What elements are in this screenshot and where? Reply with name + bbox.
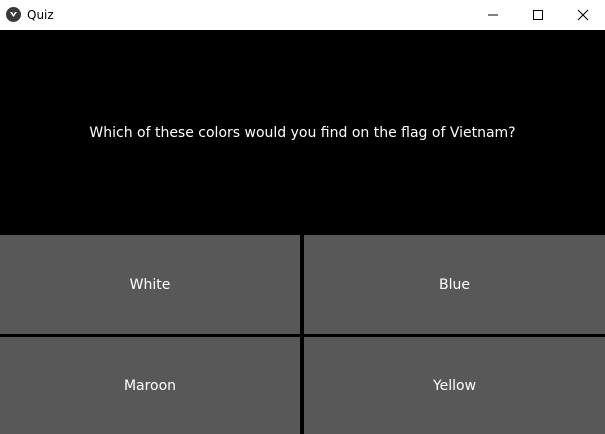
answer-button-white[interactable]: White: [0, 235, 300, 334]
maximize-button[interactable]: [515, 0, 561, 30]
close-icon: [577, 9, 589, 21]
question-panel: Which of these colors would you find on …: [0, 30, 605, 234]
answer-label: White: [129, 276, 171, 293]
minimize-button[interactable]: [470, 0, 516, 30]
answer-button-maroon[interactable]: Maroon: [0, 337, 300, 434]
answer-label: Yellow: [432, 377, 477, 394]
quiz-window: Quiz Which of these colors would you fin…: [0, 0, 605, 434]
close-button[interactable]: [560, 0, 605, 30]
window-title: Quiz: [27, 8, 54, 22]
answer-label: Blue: [439, 276, 470, 293]
title-bar[interactable]: Quiz: [0, 0, 605, 30]
answer-button-yellow[interactable]: Yellow: [304, 337, 605, 434]
question-text: Which of these colors would you find on …: [89, 125, 516, 141]
maximize-icon: [533, 10, 543, 20]
kivy-logo-icon: [6, 7, 21, 22]
answer-button-blue[interactable]: Blue: [304, 235, 605, 334]
answer-label: Maroon: [123, 377, 177, 394]
minimize-icon: [488, 14, 498, 16]
